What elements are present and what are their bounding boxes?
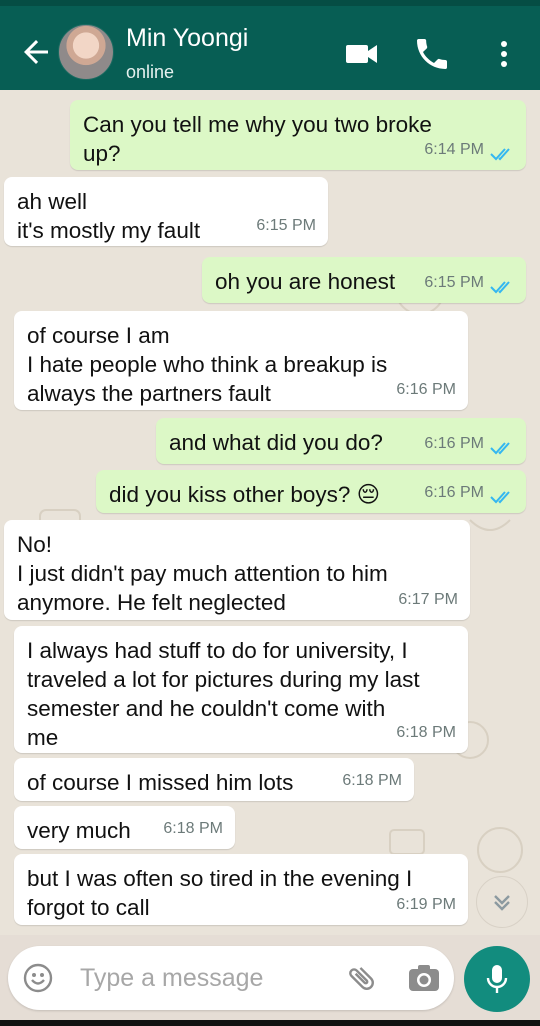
avatar[interactable]: [58, 24, 114, 80]
attach-icon[interactable]: [344, 960, 380, 996]
message-time: 6:19 PM: [396, 896, 456, 913]
more-options-icon[interactable]: [484, 34, 524, 74]
message-bubble-outgoing[interactable]: oh you are honest 6:15 PM: [202, 257, 526, 303]
double-check-icon: [490, 491, 510, 504]
message-time: 6:15 PM: [256, 217, 316, 234]
message-bubble-incoming[interactable]: ah well it's mostly my fault 6:15 PM: [4, 177, 328, 246]
double-check-icon: [490, 148, 510, 161]
message-time: 6:15 PM: [424, 274, 484, 291]
contact-status: online: [126, 62, 175, 82]
message-bubble-incoming[interactable]: of course I missed him lots 6:18 PM: [14, 758, 414, 801]
message-bubble-outgoing[interactable]: did you kiss other boys? 😔 6:16 PM: [96, 470, 526, 513]
double-check-icon: [490, 442, 510, 455]
scroll-to-bottom-button[interactable]: [476, 876, 528, 928]
message-composer[interactable]: Type a message: [8, 946, 454, 1010]
double-check-icon: [490, 281, 510, 294]
message-bubble-outgoing[interactable]: Can you tell me why you two broke up? 6:…: [70, 100, 526, 170]
back-arrow-icon[interactable]: [18, 34, 54, 70]
video-call-icon[interactable]: [343, 34, 383, 74]
message-time: 6:16 PM: [424, 435, 484, 452]
message-text: No! I just didn't pay much attention to …: [17, 532, 388, 615]
message-text: of course I am I hate people who think a…: [27, 323, 388, 406]
message-text: but I was often so tired in the evening …: [27, 866, 413, 920]
message-time: 6:16 PM: [424, 484, 484, 501]
bottom-bar: [0, 1020, 540, 1026]
mic-button[interactable]: [464, 946, 530, 1012]
emoji-icon[interactable]: [22, 962, 54, 994]
camera-icon[interactable]: [406, 960, 442, 996]
message-bubble-incoming[interactable]: but I was often so tired in the evening …: [14, 854, 468, 925]
message-text: I always had stuff to do for university,…: [27, 638, 420, 750]
message-time: 6:16 PM: [396, 381, 456, 398]
message-time: 6:18 PM: [342, 772, 402, 789]
contact-name[interactable]: Min Yoongi: [126, 24, 248, 53]
message-time: 6:18 PM: [163, 820, 223, 837]
message-bubble-outgoing[interactable]: and what did you do? 6:16 PM: [156, 418, 526, 464]
chat-header: Min Yoongi online: [0, 0, 540, 90]
message-time: 6:14 PM: [424, 141, 484, 158]
message-time: 6:18 PM: [396, 724, 456, 741]
microphone-icon: [486, 965, 508, 993]
phone-icon[interactable]: [412, 34, 452, 74]
message-time: 6:17 PM: [398, 591, 458, 608]
message-bubble-incoming[interactable]: I always had stuff to do for university,…: [14, 626, 468, 753]
chevron-down-icon: [494, 895, 510, 911]
message-input[interactable]: Type a message: [80, 964, 263, 993]
message-list[interactable]: Can you tell me why you two broke up? 6:…: [0, 90, 540, 935]
message-bubble-incoming[interactable]: No! I just didn't pay much attention to …: [4, 520, 470, 620]
message-bubble-incoming[interactable]: of course I am I hate people who think a…: [14, 311, 468, 410]
message-bubble-incoming[interactable]: very much 6:18 PM: [14, 806, 235, 849]
